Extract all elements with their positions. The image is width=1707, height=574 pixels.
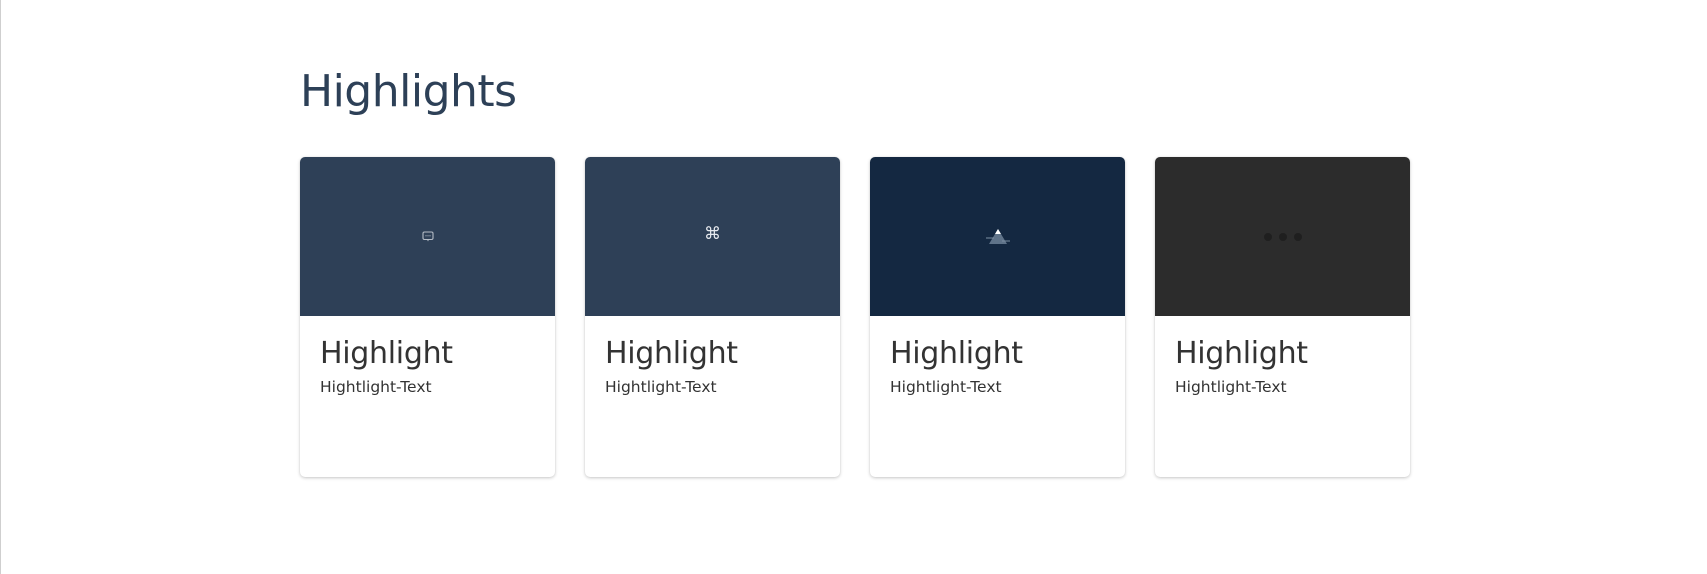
ellipsis-icon xyxy=(1263,232,1303,242)
card-title: Highlight xyxy=(605,336,738,371)
card-image: ⌘ xyxy=(585,157,840,316)
card-text: Hightlight-Text xyxy=(320,378,432,396)
card-text: Hightlight-Text xyxy=(1175,378,1287,396)
highlight-card[interactable]: Highlight Hightlight-Text xyxy=(300,157,555,477)
highlight-card[interactable]: Highlight Hightlight-Text xyxy=(870,157,1125,477)
card-title: Highlight xyxy=(320,336,453,371)
card-image xyxy=(870,157,1125,316)
page-title: Highlights xyxy=(300,66,517,117)
card-image xyxy=(300,157,555,316)
card-text: Hightlight-Text xyxy=(890,378,1002,396)
card-title: Highlight xyxy=(890,336,1023,371)
highlight-card[interactable]: Highlight Hightlight-Text xyxy=(1155,157,1410,477)
command-key-icon: ⌘ xyxy=(704,223,721,244)
card-text: Hightlight-Text xyxy=(605,378,717,396)
mountain-icon xyxy=(985,228,1011,246)
highlights-list: Highlight Hightlight-Text ⌘ Highlight Hi… xyxy=(300,157,1410,477)
highlight-card[interactable]: ⌘ Highlight Hightlight-Text xyxy=(585,157,840,477)
chat-bubble-icon xyxy=(421,230,434,243)
card-image xyxy=(1155,157,1410,316)
card-title: Highlight xyxy=(1175,336,1308,371)
